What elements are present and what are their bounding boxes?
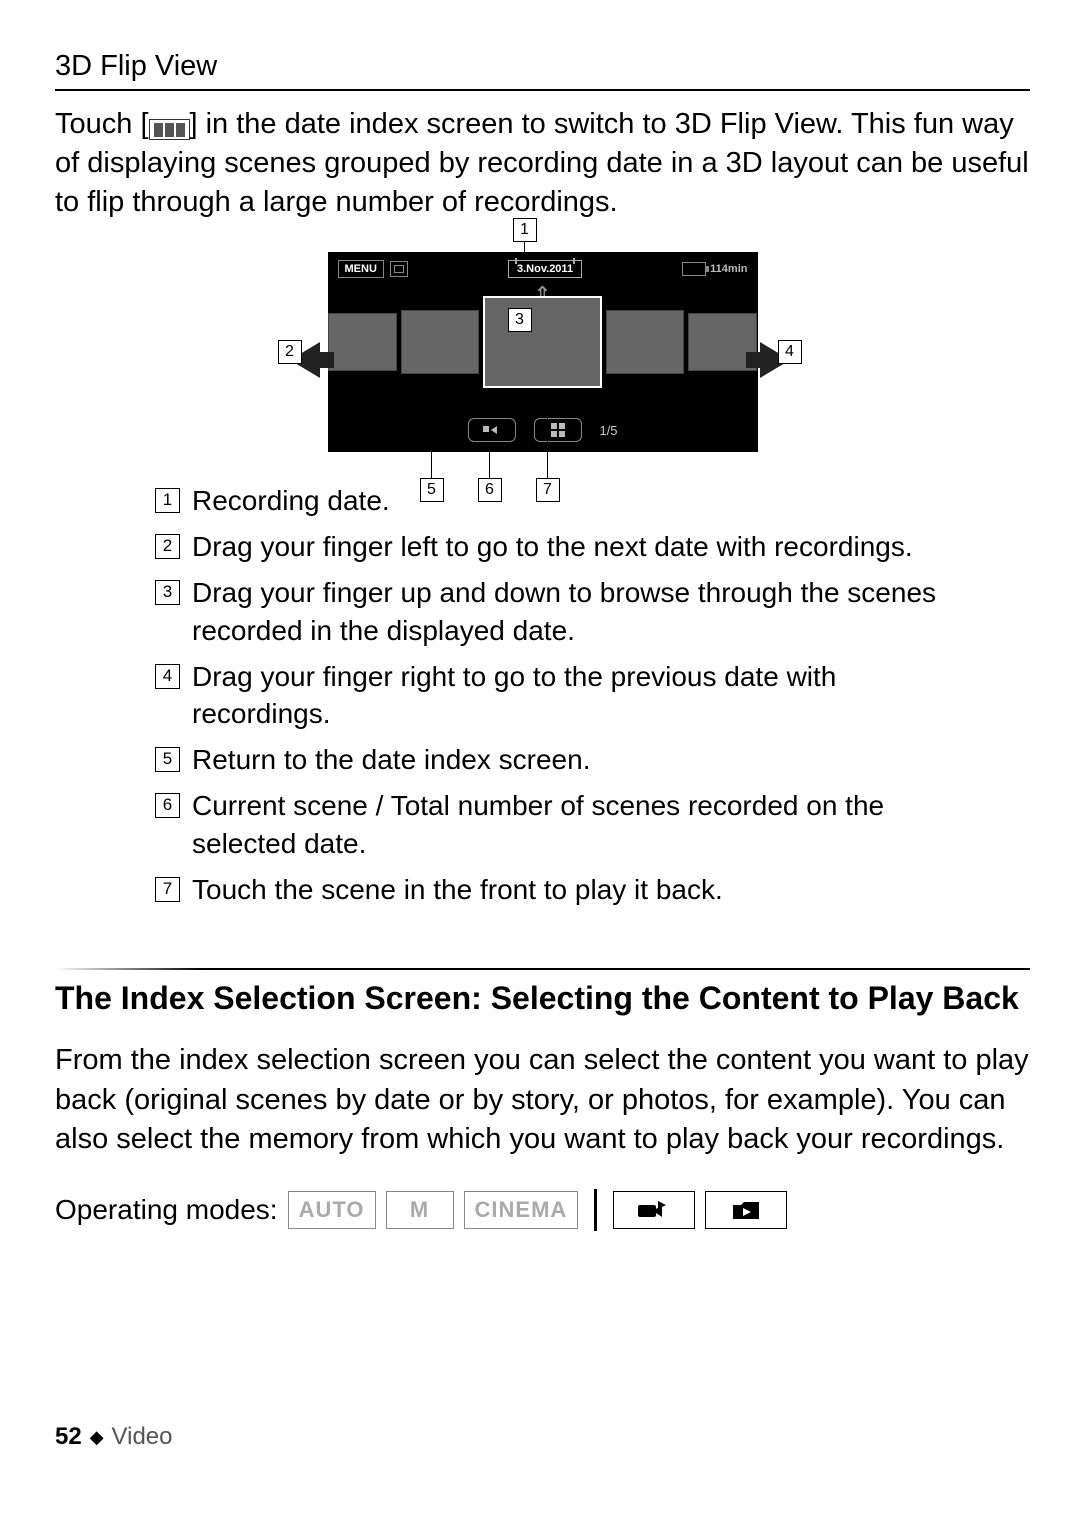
operating-modes-label: Operating modes: — [55, 1194, 278, 1226]
mode-cinema: CINEMA — [464, 1191, 579, 1229]
legend: 1 Recording date. 2 Drag your finger left … — [155, 482, 980, 908]
legend-num: 3 — [155, 580, 180, 605]
menu-label: MENU — [338, 260, 384, 278]
legend-text: Touch the scene in the front to play it … — [192, 871, 723, 909]
mode-playback-icon — [705, 1191, 787, 1229]
grid-button — [533, 418, 581, 442]
operating-modes-row: Operating modes: AUTO M CINEMA — [55, 1189, 1030, 1231]
diagram: MENU 3.Nov.2011 114min ⇕ — [55, 252, 1030, 452]
camera-screen: MENU 3.Nov.2011 114min ⇕ — [328, 252, 758, 452]
memory-icon — [390, 261, 408, 277]
legend-num: 4 — [155, 664, 180, 689]
footer-diamond-icon: ◆ — [90, 1427, 104, 1448]
legend-num: 1 — [155, 488, 180, 513]
legend-text: Drag your finger left to go to the next … — [192, 528, 913, 566]
section2-body: From the index selection screen you can … — [55, 1041, 1030, 1158]
callout-6: 6 — [478, 478, 502, 502]
callout-1: 1 — [513, 218, 537, 242]
thumb-right — [606, 310, 684, 374]
legend-num: 6 — [155, 793, 180, 818]
battery-indicator: 114min — [682, 262, 747, 276]
flipview-icon — [149, 119, 190, 140]
legend-text: Drag your finger right to go to the prev… — [192, 658, 980, 734]
mode-camera-play-icon — [613, 1191, 695, 1229]
legend-num: 7 — [155, 877, 180, 902]
callout-3: 3 — [508, 308, 532, 332]
mode-auto: AUTO — [288, 1191, 376, 1229]
legend-text: Recording date. — [192, 482, 390, 520]
return-index-button — [467, 418, 515, 442]
section-heading: 3D Flip View — [55, 50, 1030, 83]
legend-num: 5 — [155, 747, 180, 772]
legend-text: Drag your finger up and down to browse t… — [192, 574, 980, 650]
mode-m: M — [386, 1191, 454, 1229]
callout-7: 7 — [536, 478, 560, 502]
legend-num: 2 — [155, 534, 180, 559]
thumb-far-left — [328, 313, 398, 371]
legend-text: Current scene / Total number of scenes r… — [192, 787, 980, 863]
gradient-rule — [55, 968, 1030, 970]
thumb-left — [401, 310, 479, 374]
legend-text: Return to the date index screen. — [192, 741, 590, 779]
rule — [55, 89, 1030, 91]
mode-separator — [594, 1189, 597, 1231]
chapter-name: Video — [112, 1423, 173, 1451]
callout-4: 4 — [778, 340, 802, 364]
section2-heading: The Index Selection Screen: Selecting th… — [55, 980, 1030, 1017]
callout-5: 5 — [420, 478, 444, 502]
page-footer: 52 ◆ Video — [55, 1423, 173, 1451]
intro-paragraph: Touch [] in the date index screen to swi… — [55, 105, 1030, 222]
date-chip: 3.Nov.2011 — [508, 260, 582, 278]
scene-counter: 1/5 — [599, 423, 617, 438]
thumb-front — [483, 296, 602, 388]
page-number: 52 — [55, 1423, 82, 1451]
callout-2: 2 — [278, 340, 302, 364]
